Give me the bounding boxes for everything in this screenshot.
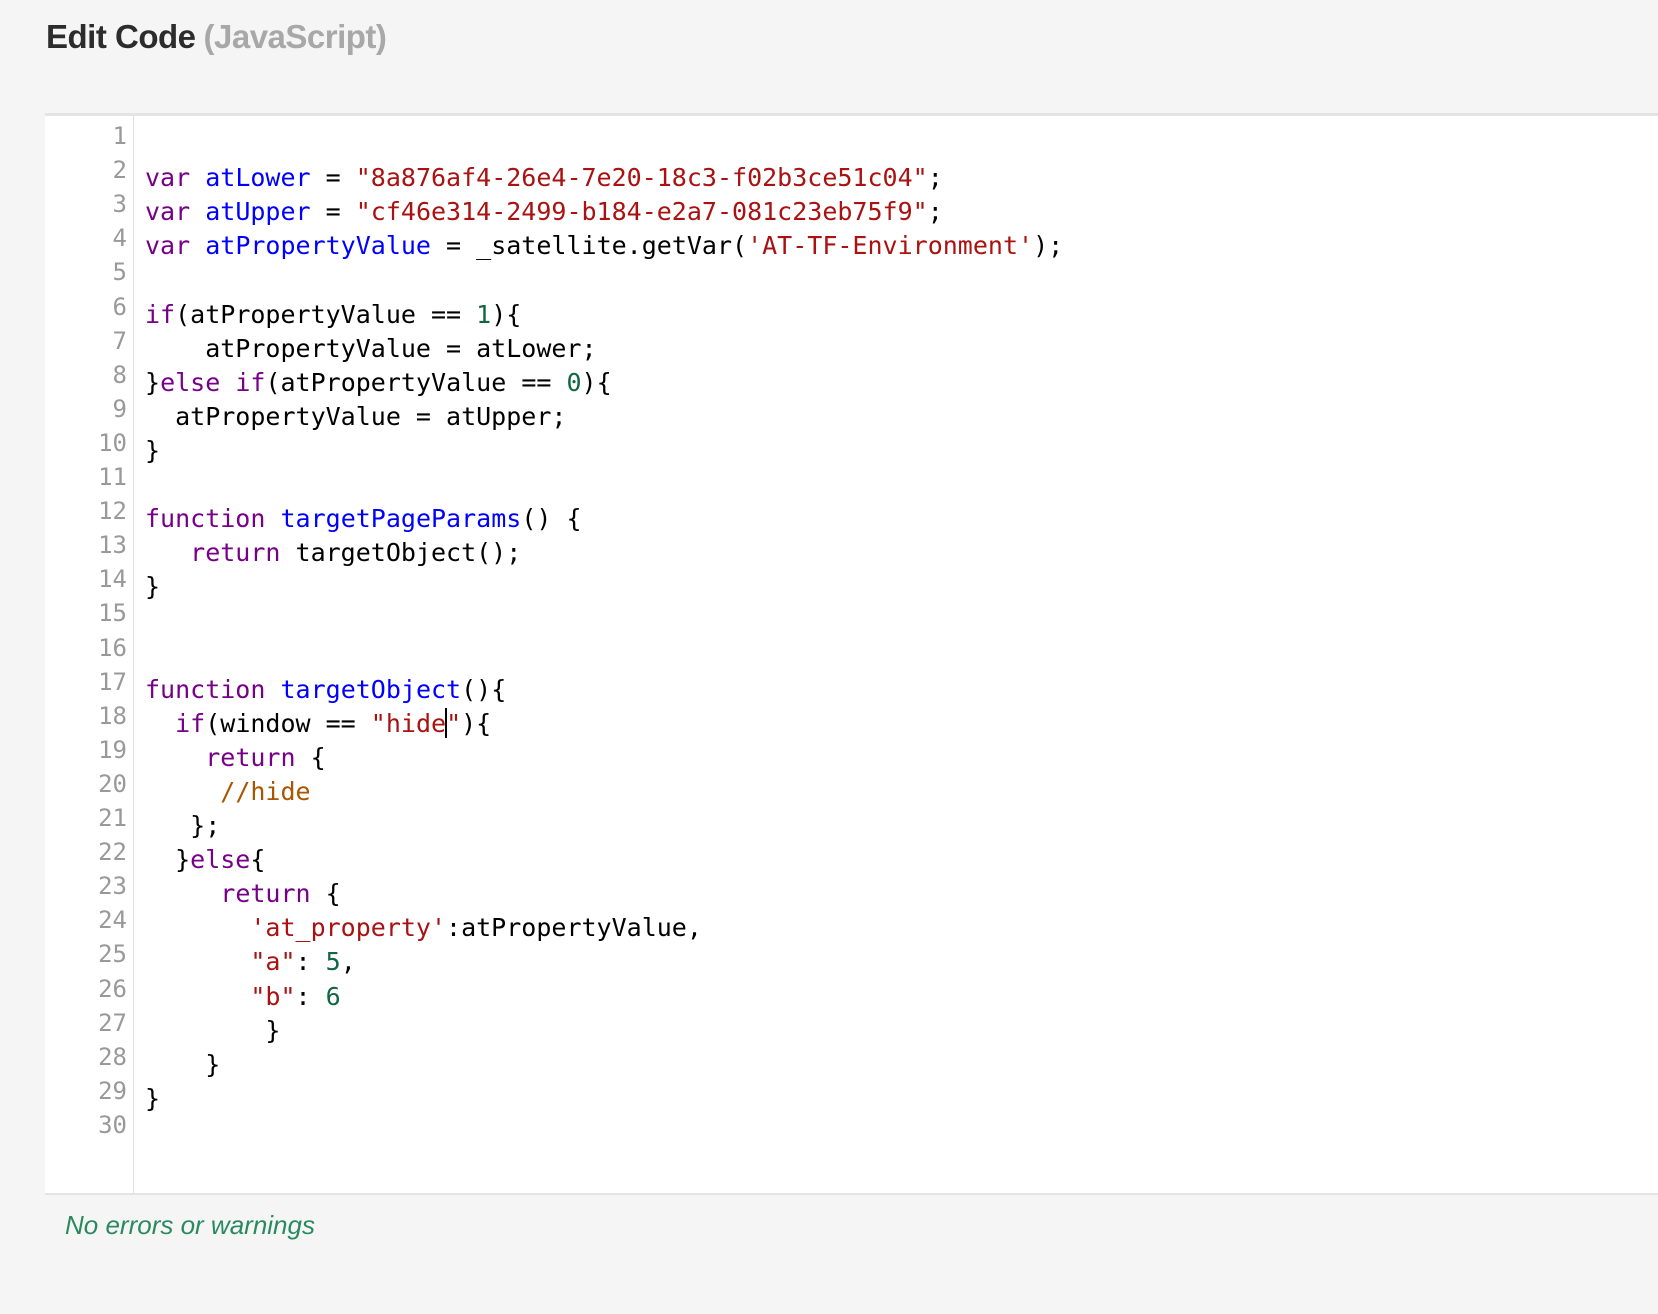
code-line[interactable]: 16 xyxy=(45,630,1658,666)
line-number: 5 xyxy=(112,258,127,287)
code-line[interactable]: 23 return { xyxy=(45,868,1658,908)
line-number: 4 xyxy=(112,224,127,253)
line-number: 26 xyxy=(98,974,127,1003)
line-number: 29 xyxy=(98,1076,127,1105)
line-number: 7 xyxy=(112,326,127,355)
line-number: 21 xyxy=(98,804,127,832)
line-number: 22 xyxy=(98,838,127,867)
line-number: 28 xyxy=(98,1042,127,1071)
code-line[interactable]: 6 if(atPropertyValue == 1){ xyxy=(45,289,1658,329)
line-number: 8 xyxy=(112,360,127,389)
line-number: 14 xyxy=(98,565,127,594)
code-line[interactable]: 13 return targetObject(); xyxy=(45,527,1658,567)
code-line[interactable]: 9 atPropertyValue = atUpper; xyxy=(45,391,1658,431)
code-line[interactable]: 26 "b": 6 xyxy=(45,971,1658,1011)
code-line[interactable]: 27 } xyxy=(45,1005,1658,1045)
code-line[interactable]: 2 var atLower = "8a876af4-26e4-7e20-18c3-… xyxy=(45,152,1658,192)
code-line[interactable]: 19 return { xyxy=(45,732,1658,772)
line-number: 15 xyxy=(98,599,127,628)
line-number: 10 xyxy=(98,428,127,457)
line-number: 23 xyxy=(98,872,127,901)
code-line[interactable]: 12 function targetPageParams() { xyxy=(45,493,1658,533)
page-header: Edit Code (JavaScript) xyxy=(46,14,387,60)
line-number: 17 xyxy=(98,667,127,696)
line-number: 25 xyxy=(98,940,127,969)
code-editor[interactable]: 1 2 var atLower = "8a876af4-26e4-7e20-18c3… xyxy=(45,113,1658,1195)
line-number: 2 xyxy=(112,156,127,185)
line-number: 1 xyxy=(112,122,127,150)
line-number: 27 xyxy=(98,1008,127,1037)
line-number: 3 xyxy=(112,190,127,219)
line-number: 30 xyxy=(98,1110,127,1139)
code-line[interactable]: 18 if(window == "hide"){ xyxy=(45,698,1658,738)
page-title: Edit Code xyxy=(46,18,196,55)
line-number: 16 xyxy=(98,633,127,662)
line-number: 24 xyxy=(98,906,127,935)
code-line[interactable]: 29} xyxy=(45,1073,1658,1113)
code-line[interactable]: 5 xyxy=(45,254,1658,290)
code-line[interactable]: 8}else if(atPropertyValue == 0){ xyxy=(45,357,1658,397)
language-label: (JavaScript) xyxy=(203,18,387,55)
code-line[interactable]: 30 xyxy=(45,1107,1658,1143)
line-number: 9 xyxy=(112,394,127,423)
code-line[interactable]: 20 //hide xyxy=(45,766,1658,806)
line-number: 6 xyxy=(112,292,127,321)
code-line[interactable]: 28 } xyxy=(45,1039,1658,1079)
code-line[interactable]: 4 var atPropertyValue = _satellite.getVar… xyxy=(45,220,1658,260)
code-line[interactable]: 7 atPropertyValue = atLower; xyxy=(45,323,1658,363)
line-number: 19 xyxy=(98,735,127,764)
code-line[interactable]: 3 var atUpper = "cf46e314-2499-b184-e2a7-… xyxy=(45,186,1658,226)
code-line[interactable]: 14} xyxy=(45,561,1658,601)
code-line[interactable]: 10} xyxy=(45,425,1658,465)
code-line[interactable]: 25 "a": 5, xyxy=(45,936,1658,976)
code-line[interactable]: 17 function targetObject(){ xyxy=(45,664,1658,704)
line-number: 12 xyxy=(98,497,127,526)
code-line[interactable]: 1 xyxy=(45,118,1658,154)
code-line[interactable]: 21 }; xyxy=(45,800,1658,840)
lint-status-message: No errors or warnings xyxy=(65,1210,315,1240)
code-line[interactable]: 24 'at_property':atPropertyValue, xyxy=(45,902,1658,942)
line-number: 20 xyxy=(98,769,127,798)
line-number: 18 xyxy=(98,701,127,730)
line-number: 11 xyxy=(98,463,127,491)
line-number: 13 xyxy=(98,531,127,560)
code-line[interactable]: 22 }else{ xyxy=(45,834,1658,874)
code-line[interactable]: 15 xyxy=(45,595,1658,631)
code-line[interactable]: 11 xyxy=(45,459,1658,495)
